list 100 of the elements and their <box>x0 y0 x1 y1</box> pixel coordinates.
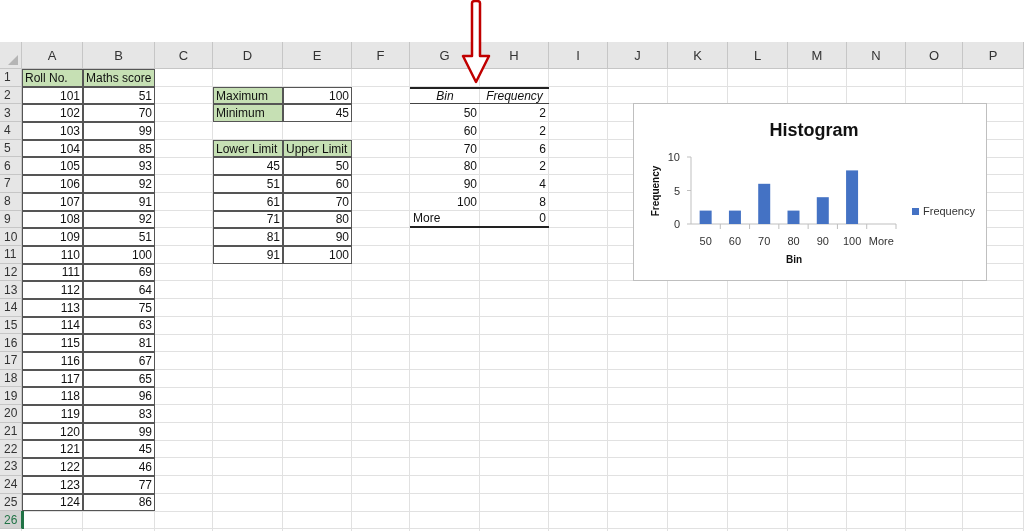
table-cell: 51 <box>83 228 155 246</box>
column-header[interactable]: A <box>47 47 57 63</box>
column-header[interactable]: O <box>928 47 940 63</box>
row-header[interactable]: 19 <box>0 387 22 406</box>
column-header[interactable]: D <box>242 47 253 63</box>
row-header[interactable]: 23 <box>0 458 22 476</box>
table-cell: 117 <box>22 369 83 388</box>
tick-label: 0 <box>673 218 680 230</box>
table-cell: 93 <box>83 157 155 176</box>
table-cell: 110 <box>22 245 83 264</box>
table-cell: 102 <box>22 104 83 123</box>
table-cell: 85 <box>83 139 155 158</box>
table-cell: 122 <box>22 458 83 476</box>
table-cell-text: 100 <box>455 193 478 211</box>
table-cell: 120 <box>22 422 83 441</box>
tick-label: 60 <box>728 235 742 247</box>
row-header[interactable]: 17 <box>0 352 22 370</box>
table-cell: 81 <box>213 228 283 246</box>
table-cell-text: 90 <box>462 175 478 193</box>
table-cell: 70 <box>83 104 155 123</box>
table-cell-text: 50 <box>462 105 478 123</box>
column-header[interactable]: N <box>871 47 881 63</box>
table-cell: 71 <box>213 210 283 229</box>
column-header[interactable]: C <box>178 47 189 63</box>
table-cell: Bin <box>410 86 480 105</box>
row-header[interactable]: 10 <box>0 228 22 246</box>
table-cell: 118 <box>22 387 83 406</box>
row-header[interactable]: 22 <box>0 440 22 459</box>
table-cell: 77 <box>83 475 155 494</box>
table-cell: 64 <box>83 281 155 299</box>
table-cell: Maths score <box>83 69 155 87</box>
bar <box>846 170 859 224</box>
column-header[interactable]: K <box>693 47 702 63</box>
table-cell: 114 <box>22 316 83 335</box>
row-header[interactable]: 16 <box>0 334 22 352</box>
column-header[interactable]: F <box>376 47 385 63</box>
table-cell: 45 <box>83 440 155 459</box>
table-cell: Upper Limit <box>283 139 352 158</box>
bar <box>816 197 829 224</box>
row-header[interactable]: 6 <box>0 157 22 176</box>
table-cell-text: 6 <box>538 140 547 158</box>
row-header[interactable]: 26 <box>0 511 22 529</box>
table-cell: Lower Limit <box>213 139 283 158</box>
bar <box>728 210 741 224</box>
row-header[interactable]: 3 <box>0 104 22 123</box>
table-cell: 60 <box>283 175 352 193</box>
table-cell: Minimum <box>213 104 283 123</box>
row-header[interactable]: 4 <box>0 122 22 140</box>
table-cell: 45 <box>283 104 352 123</box>
row-header[interactable]: 1 <box>0 69 22 87</box>
table-cell: 124 <box>22 493 83 512</box>
table-cell: 112 <box>22 281 83 299</box>
table-cell: 109 <box>22 228 83 246</box>
table-cell: 105 <box>22 157 83 176</box>
column-header[interactable]: M <box>811 47 823 63</box>
table-cell: 92 <box>83 175 155 193</box>
column-header[interactable]: P <box>988 47 998 63</box>
column-header[interactable]: J <box>634 47 641 63</box>
column-header[interactable]: G <box>439 47 450 63</box>
table-cell: 70 <box>283 192 352 211</box>
table-cell: 86 <box>83 493 155 512</box>
table-cell: 0 <box>480 210 549 229</box>
table-cell: 113 <box>22 298 83 317</box>
column-header[interactable]: H <box>509 47 519 63</box>
table-cell: 103 <box>22 122 83 140</box>
table-cell: 45 <box>213 157 283 176</box>
table-cell: 107 <box>22 192 83 211</box>
tick-label: 50 <box>699 235 712 247</box>
table-cell: 111 <box>22 263 83 282</box>
select-all-icon[interactable] <box>8 55 18 65</box>
bar <box>699 210 712 224</box>
bar <box>787 210 800 224</box>
table-cell-text: 2 <box>538 122 547 140</box>
column-header[interactable]: E <box>312 47 322 63</box>
table-cell-text: 70 <box>462 140 478 158</box>
column-header[interactable]: B <box>114 47 123 63</box>
tick-label: More <box>868 235 894 247</box>
table-cell: 92 <box>83 210 155 229</box>
table-cell: 50 <box>283 157 352 176</box>
table-cell: 65 <box>83 369 155 388</box>
table-cell-text: 60 <box>462 122 478 140</box>
table-cell: 100 <box>83 245 155 264</box>
tick-label: 5 <box>673 184 680 197</box>
table-cell: 99 <box>83 122 155 140</box>
column-header[interactable]: L <box>753 47 762 63</box>
row-header[interactable]: 7 <box>0 175 22 193</box>
tick-label: 70 <box>758 235 771 247</box>
table-cell: 51 <box>83 86 155 105</box>
tick-label: 90 <box>816 235 829 247</box>
table-cell-text: 2 <box>538 105 547 123</box>
table-cell: 67 <box>83 352 155 370</box>
row-header[interactable]: 20 <box>0 405 22 423</box>
table-cell: 106 <box>22 175 83 193</box>
row-header[interactable]: 13 <box>0 281 22 299</box>
table-cell: 108 <box>22 210 83 229</box>
table-cell: 75 <box>83 298 155 317</box>
legend-swatch <box>912 208 919 215</box>
table-cell: 81 <box>83 334 155 352</box>
column-header[interactable]: I <box>576 47 580 63</box>
table-cell-text: 8 <box>538 193 547 211</box>
